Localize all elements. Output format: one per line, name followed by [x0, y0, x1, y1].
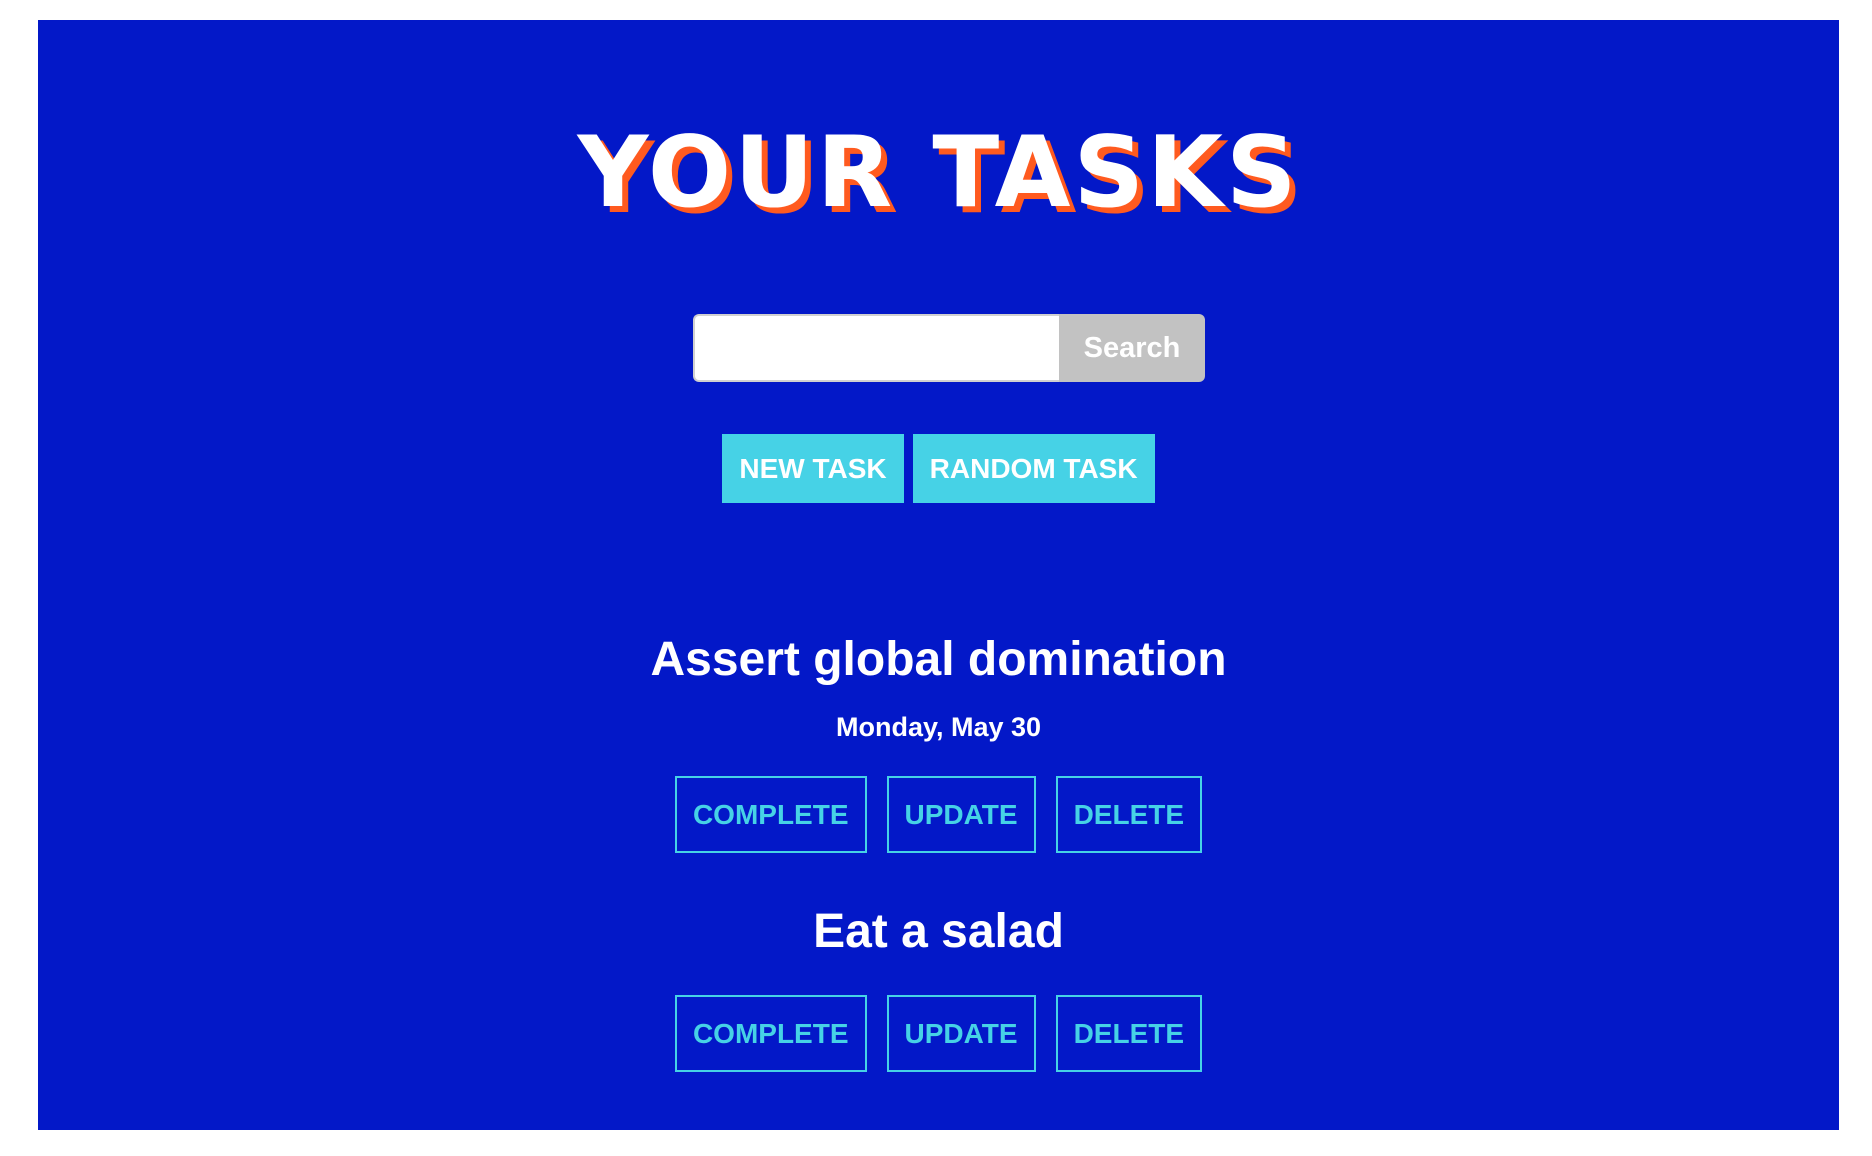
complete-button[interactable]: COMPLETE — [674, 995, 867, 1072]
random-task-button[interactable]: RANDOM TASK — [912, 434, 1155, 503]
search-bar: Search — [693, 314, 1205, 382]
update-button[interactable]: UPDATE — [886, 995, 1036, 1072]
task-title: Eat a salad — [813, 905, 1064, 958]
new-task-button[interactable]: NEW TASK — [722, 434, 904, 503]
task-item: Eat a salad COMPLETE UPDATE DELETE — [38, 908, 1839, 1072]
task-actions: NEW TASK RANDOM TASK — [38, 434, 1839, 503]
delete-button[interactable]: DELETE — [1055, 776, 1203, 853]
search-button[interactable]: Search — [1059, 314, 1205, 382]
search-input[interactable] — [693, 314, 1059, 382]
app-container: YOUR TASKS Search NEW TASK RANDOM TASK A… — [38, 20, 1839, 1130]
complete-button[interactable]: COMPLETE — [674, 776, 867, 853]
page-title: YOUR TASKS — [577, 116, 1300, 230]
task-item: Assert global domination Monday, May 30 … — [38, 636, 1839, 853]
task-buttons: COMPLETE UPDATE DELETE — [38, 776, 1839, 853]
delete-button[interactable]: DELETE — [1055, 995, 1203, 1072]
task-title: Assert global domination — [650, 633, 1227, 686]
update-button[interactable]: UPDATE — [886, 776, 1036, 853]
task-date: Monday, May 30 — [835, 712, 1042, 742]
task-buttons: COMPLETE UPDATE DELETE — [38, 995, 1839, 1072]
